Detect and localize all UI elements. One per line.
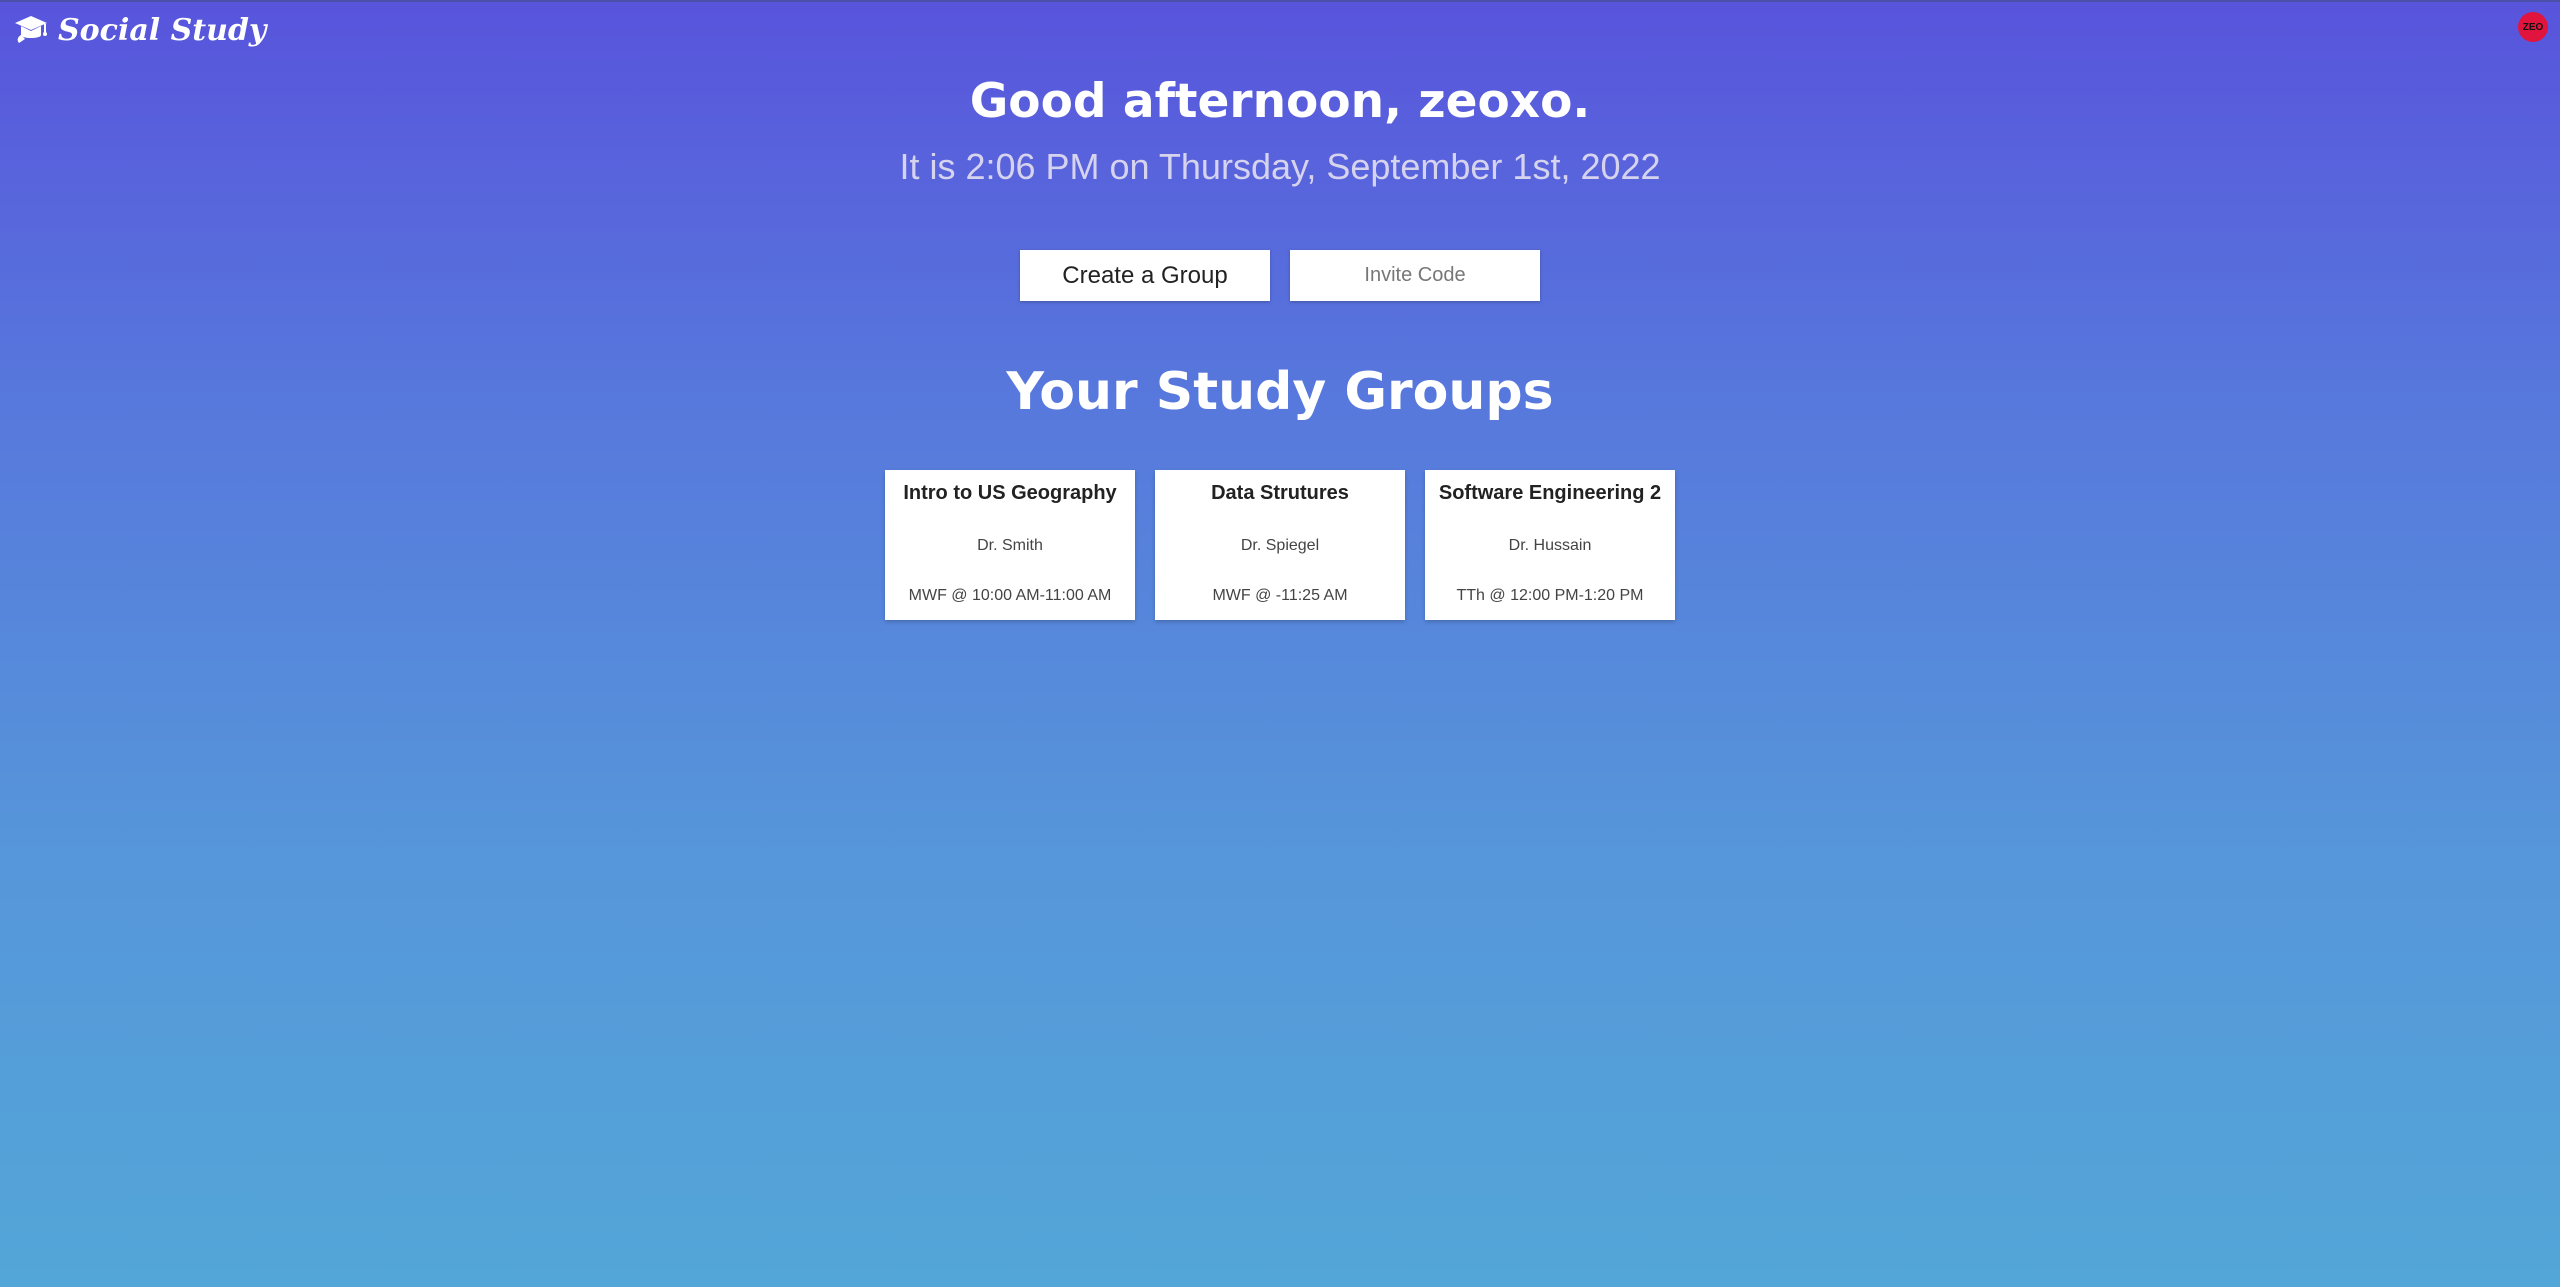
create-group-button[interactable]: Create a Group — [1020, 250, 1270, 301]
brand-logo[interactable]: Social Study — [12, 10, 266, 50]
group-title: Data Strutures — [1211, 482, 1349, 504]
user-avatar[interactable]: ZEO — [2518, 12, 2548, 42]
group-schedule: MWF @ -11:25 AM — [1212, 587, 1348, 604]
top-bar: Social Study ZEO — [0, 0, 2560, 58]
greeting-headline: Good afternoon, zeoxo. — [969, 74, 1591, 129]
group-instructor: Dr. Spiegel — [1240, 537, 1320, 554]
study-group-card[interactable]: Software Engineering 2 Dr. Hussain TTh @… — [1425, 470, 1675, 620]
study-groups-title: Your Study Groups — [1006, 362, 1554, 422]
invite-code-input[interactable] — [1290, 250, 1540, 301]
group-actions: Create a Group — [0, 250, 2560, 301]
current-datetime: It is 2:06 PM on Thursday, September 1st… — [899, 146, 1661, 187]
app-name: Social Study — [58, 12, 267, 48]
study-group-card[interactable]: Data Strutures Dr. Spiegel MWF @ -11:25 … — [1155, 470, 1405, 620]
graduation-cap-icon — [12, 11, 50, 49]
group-instructor: Dr. Smith — [977, 537, 1043, 554]
group-title: Software Engineering 2 — [1438, 482, 1662, 504]
group-schedule: TTh @ 12:00 PM-1:20 PM — [1456, 587, 1644, 604]
study-groups-list: Intro to US Geography Dr. Smith MWF @ 10… — [0, 470, 2560, 620]
group-schedule: MWF @ 10:00 AM-11:00 AM — [908, 587, 1112, 604]
group-title: Intro to US Geography — [903, 482, 1117, 504]
study-group-card[interactable]: Intro to US Geography Dr. Smith MWF @ 10… — [885, 470, 1135, 620]
group-instructor: Dr. Hussain — [1508, 537, 1592, 554]
